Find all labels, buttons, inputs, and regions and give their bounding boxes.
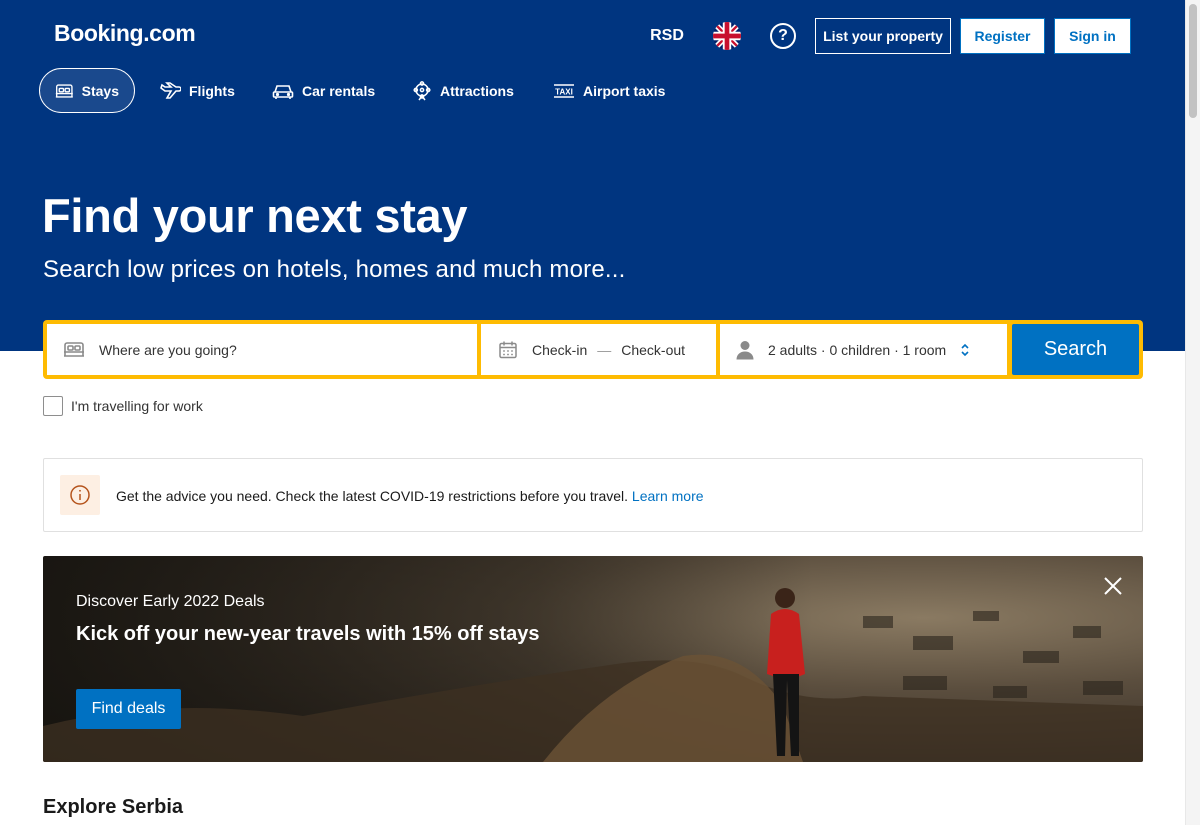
tab-flights[interactable]: Flights — [144, 68, 250, 113]
tab-attractions[interactable]: Attractions — [397, 68, 529, 113]
page-title: Find your next stay — [42, 189, 468, 242]
car-icon — [272, 84, 294, 99]
attractions-icon — [413, 80, 431, 100]
work-travel-checkbox[interactable] — [43, 396, 63, 416]
tab-airport-taxis[interactable]: TAXI Airport taxis — [538, 68, 680, 113]
promo-banner: Discover Early 2022 Deals Kick off your … — [43, 556, 1143, 762]
calendar-icon — [499, 341, 517, 358]
svg-text:TAXI: TAXI — [555, 87, 573, 96]
page-subtitle: Search low prices on hotels, homes and m… — [43, 256, 626, 283]
check-out-label[interactable]: Check-out — [621, 342, 685, 358]
sort-arrows-icon — [961, 343, 969, 356]
tab-car-rentals[interactable]: Car rentals — [257, 68, 390, 113]
check-in-label[interactable]: Check-in — [532, 342, 587, 358]
search-bar: Check-in — Check-out 2 adults · 0 childr… — [43, 320, 1143, 379]
plane-icon — [160, 81, 181, 99]
work-travel-label[interactable]: I'm travelling for work — [71, 398, 203, 414]
destination-field[interactable] — [47, 324, 477, 375]
guests-summary: 2 adults · 0 children · 1 room — [768, 341, 947, 358]
person-icon — [736, 340, 754, 359]
advice-message: Get the advice you need. Check the lates… — [116, 488, 632, 504]
tab-car-rentals-label: Car rentals — [302, 82, 376, 99]
close-icon[interactable] — [1101, 574, 1125, 598]
covid-advice-banner: Get the advice you need. Check the lates… — [43, 458, 1143, 532]
search-button[interactable]: Search — [1012, 324, 1139, 375]
page-scrollbar[interactable] — [1185, 0, 1200, 825]
info-icon — [60, 475, 100, 515]
learn-more-link[interactable]: Learn more — [632, 488, 704, 504]
tab-airport-taxis-label: Airport taxis — [583, 82, 666, 99]
currency-selector[interactable]: RSD — [642, 18, 692, 54]
tab-stays[interactable]: Stays — [39, 68, 135, 113]
bed-icon — [64, 341, 84, 357]
promo-kicker: Discover Early 2022 Deals — [76, 593, 265, 610]
date-separator: — — [597, 341, 612, 358]
advice-text: Get the advice you need. Check the lates… — [116, 488, 704, 504]
taxi-icon: TAXI — [554, 83, 574, 98]
promo-title: Kick off your new-year travels with 15% … — [76, 623, 540, 645]
tab-stays-label: Stays — [81, 82, 119, 99]
scrollbar-thumb[interactable] — [1189, 4, 1197, 118]
list-property-button[interactable]: List your property — [815, 18, 951, 54]
sign-in-button[interactable]: Sign in — [1054, 18, 1131, 54]
register-button[interactable]: Register — [960, 18, 1045, 54]
work-travel-option[interactable]: I'm travelling for work — [43, 396, 203, 416]
section-title-explore: Explore Serbia — [43, 796, 184, 818]
date-picker-field[interactable]: Check-in — Check-out — [481, 324, 716, 375]
guests-selector[interactable]: 2 adults · 0 children · 1 room — [720, 324, 1007, 375]
question-circle-icon[interactable]: ? — [770, 23, 796, 49]
uk-flag-icon[interactable] — [713, 22, 741, 50]
tab-attractions-label: Attractions — [440, 82, 514, 99]
tab-flights-label: Flights — [189, 82, 235, 99]
bed-icon — [55, 83, 73, 98]
promo-background-image — [43, 588, 1143, 762]
booking-logo[interactable]: Booking.com — [54, 20, 196, 47]
find-deals-button[interactable]: Find deals — [76, 689, 181, 729]
destination-input[interactable] — [99, 341, 399, 358]
